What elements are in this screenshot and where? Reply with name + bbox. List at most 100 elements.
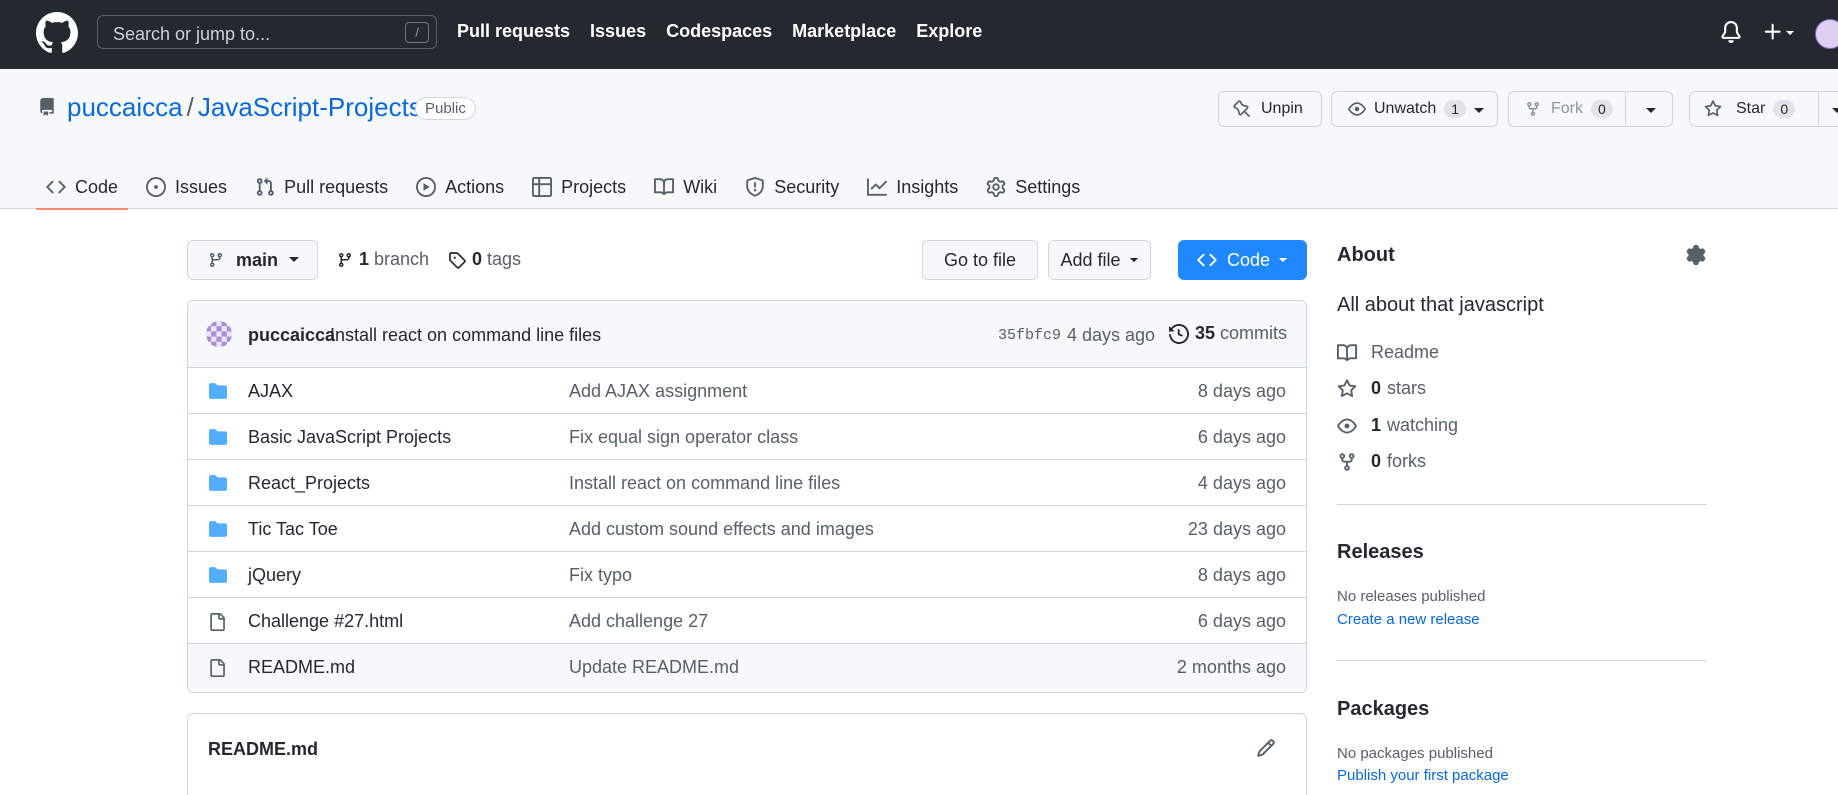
forks-link[interactable]: 0 forks [1337,451,1426,472]
eye-icon [1337,418,1357,433]
global-header: Search or jump to... / Pull requests Iss… [0,0,1838,69]
tab-projects[interactable]: Projects [522,165,636,209]
releases-note: No releases published [1337,588,1486,605]
releases-heading[interactable]: Releases [1337,541,1424,564]
fork-button[interactable]: Fork 0 [1508,91,1673,127]
tab-settings[interactable]: Settings [976,165,1090,209]
file-row[interactable]: Challenge #27.html Add challenge 27 6 da… [188,598,1306,644]
go-to-file-button[interactable]: Go to file [922,240,1038,280]
bell-icon[interactable] [1720,20,1742,44]
plus-icon[interactable] [1762,20,1784,44]
file-row[interactable]: README.md Update README.md 2 months ago [188,644,1306,690]
readme-panel: README.md [187,713,1307,795]
file-commit-message-link[interactable]: Install react on command line files [569,473,840,494]
file-row[interactable]: jQuery Fix typo 8 days ago [188,552,1306,598]
nav-pull-requests[interactable]: Pull requests [457,21,570,42]
file-commit-message-link[interactable]: Add challenge 27 [569,611,708,632]
nav-marketplace[interactable]: Marketplace [792,21,896,42]
tag-count-label: tags [487,249,522,269]
commit-sha-link[interactable]: 35fbfc9 [998,327,1061,344]
issue-icon [146,177,167,197]
branches-link[interactable]: 1 branch [337,249,429,270]
file-commit-message-link[interactable]: Fix equal sign operator class [569,427,798,448]
file-age: 23 days ago [1187,519,1286,539]
table-icon [532,177,553,197]
commit-author-link[interactable]: puccaicca [248,325,335,346]
identicon-icon [206,321,232,347]
github-logo-icon[interactable] [36,12,78,54]
watch-count: 1 [1444,100,1467,118]
nav-explore[interactable]: Explore [916,21,982,42]
tab-issues[interactable]: Issues [136,165,237,209]
tab-pull-requests[interactable]: Pull requests [245,165,398,209]
file-commit-message-link[interactable]: Add AJAX assignment [569,381,747,402]
tab-actions[interactable]: Actions [406,165,514,209]
go-to-file-label: Go to file [943,249,1017,270]
readme-link-label: Readme [1371,342,1440,362]
tab-security[interactable]: Security [735,165,849,209]
star-label: Star [1736,100,1766,117]
search-input[interactable]: Search or jump to... / [97,15,437,49]
create-dropdown-caret-icon[interactable] [1784,27,1796,39]
file-name-link[interactable]: jQuery [248,565,301,586]
file-commit-message-link[interactable]: Update README.md [569,657,739,678]
watch-label: Unwatch [1374,100,1437,117]
book-icon [1337,343,1357,361]
file-name-link[interactable]: Tic Tac Toe [248,519,338,540]
watch-dropdown-caret-icon[interactable] [1473,107,1485,115]
star-button[interactable]: Star 0 [1689,91,1838,127]
watch-button[interactable]: Unwatch 1 [1331,91,1498,127]
forks-label: forks [1387,451,1427,471]
stars-link[interactable]: 0 stars [1337,378,1426,399]
history-icon [1169,323,1189,344]
file-name-link[interactable]: Challenge #27.html [248,611,403,632]
pin-icon [1233,100,1250,117]
commits-history-link[interactable]: 35 commits [1169,323,1287,344]
file-row[interactable]: AJAX Add AJAX assignment 8 days ago [188,368,1306,414]
file-row[interactable]: Basic JavaScript Projects Fix equal sign… [188,414,1306,460]
repo-title: puccaicca / JavaScript-Projects [67,92,422,123]
file-name-link[interactable]: README.md [248,657,355,678]
pencil-icon[interactable] [1256,738,1276,758]
file-row[interactable]: React_Projects Install react on command … [188,460,1306,506]
file-name-link[interactable]: AJAX [248,381,293,402]
tab-code-label: Code [75,176,119,197]
repo-name-link[interactable]: JavaScript-Projects [198,92,422,122]
user-avatar[interactable] [1815,19,1838,49]
tab-code[interactable]: Code [36,165,129,210]
tags-link[interactable]: 0 tags [448,249,521,270]
nav-issues[interactable]: Issues [590,21,646,42]
eye-icon [1348,102,1366,116]
unpin-button[interactable]: Unpin [1218,91,1322,127]
file-commit-message-link[interactable]: Fix typo [569,565,632,586]
watching-link[interactable]: 1 watching [1337,415,1458,436]
nav-codespaces[interactable]: Codespaces [666,21,772,42]
branch-select-button[interactable]: main [187,240,318,280]
create-release-link[interactable]: Create a new release [1337,611,1480,628]
search-placeholder: Search or jump to... [113,24,271,44]
play-icon [416,177,437,197]
tab-wiki[interactable]: Wiki [644,165,727,209]
commit-message-link[interactable]: Install react on command line files [330,325,601,346]
repository-header: puccaicca / JavaScript-Projects Public Unp… [0,69,1838,210]
visibility-badge: Public [415,97,476,120]
publish-package-link[interactable]: Publish your first package [1337,767,1509,784]
tab-insights[interactable]: Insights [857,165,968,209]
file-row[interactable]: Tic Tac Toe Add custom sound effects and… [188,506,1306,552]
file-name-link[interactable]: React_Projects [248,473,370,494]
file-commit-message-link[interactable]: Add custom sound effects and images [569,519,874,540]
file-list: puccaicca Install react on command line … [187,300,1307,693]
code-download-button[interactable]: Code [1178,240,1307,280]
file-name-link[interactable]: Basic JavaScript Projects [248,427,451,448]
commit-author-avatar[interactable] [206,321,232,347]
watching-count: 1 [1371,415,1382,435]
gear-icon[interactable] [1686,245,1706,265]
file-age: 6 days ago [1197,611,1286,631]
star-dropdown-caret-icon[interactable] [1831,107,1838,115]
file-icon [210,659,225,677]
fork-dropdown-caret-icon[interactable] [1645,107,1657,115]
readme-link[interactable]: Readme [1337,342,1439,363]
repo-owner-link[interactable]: puccaicca [67,92,183,122]
packages-heading[interactable]: Packages [1337,698,1429,721]
add-file-button[interactable]: Add file [1048,240,1151,280]
